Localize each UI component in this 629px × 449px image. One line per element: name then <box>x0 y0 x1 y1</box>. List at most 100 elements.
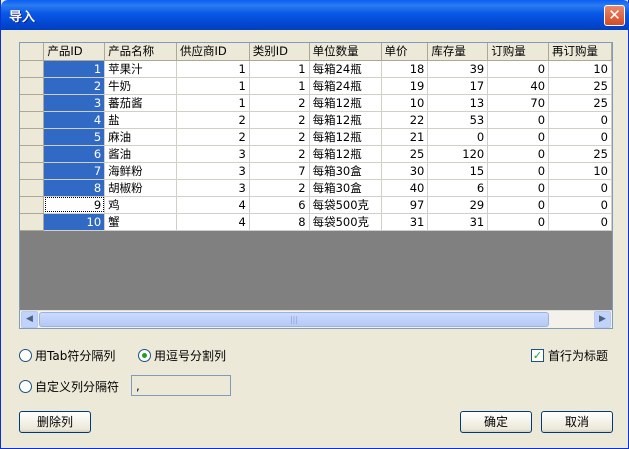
table-cell[interactable]: 39 <box>427 60 489 78</box>
table-cell[interactable]: 酱油 <box>104 145 177 163</box>
column-header[interactable]: 订购量 <box>487 43 550 61</box>
table-cell[interactable]: 25 <box>548 77 612 95</box>
table-cell[interactable]: 6 <box>249 196 310 214</box>
table-cell[interactable]: 25 <box>548 145 612 163</box>
delete-column-button[interactable]: 删除列 <box>19 411 91 433</box>
column-header[interactable]: 再订购量 <box>548 43 612 61</box>
table-cell[interactable]: 每箱12瓶 <box>309 111 382 129</box>
first-row-header-checkbox[interactable]: ✓ <box>531 349 544 362</box>
table-cell[interactable]: 1 <box>249 77 310 95</box>
row-id-cell[interactable]: 5 <box>43 128 106 146</box>
column-header[interactable]: 单位数量 <box>309 43 382 61</box>
scroll-thumb[interactable]: ||| <box>39 312 549 327</box>
table-cell[interactable]: 1 <box>176 77 250 95</box>
table-cell[interactable]: 10 <box>381 94 429 112</box>
table-cell[interactable]: 15 <box>427 162 489 180</box>
row-header-cell[interactable] <box>20 162 45 180</box>
scroll-right-icon[interactable]: ▶ <box>594 311 611 328</box>
table-cell[interactable]: 2 <box>249 179 310 197</box>
table-cell[interactable]: 每箱30盒 <box>309 179 382 197</box>
table-cell[interactable]: 0 <box>548 196 612 214</box>
table-cell[interactable]: 1 <box>176 60 250 78</box>
cancel-button[interactable]: 取消 <box>541 411 613 433</box>
row-header-cell[interactable] <box>20 77 45 95</box>
column-header[interactable]: 产品名称 <box>104 43 177 61</box>
table-cell[interactable]: 6 <box>427 179 489 197</box>
table-cell[interactable]: 每箱12瓶 <box>309 145 382 163</box>
table-cell[interactable]: 0 <box>427 128 489 146</box>
table-cell[interactable]: 10 <box>548 162 612 180</box>
table-row[interactable]: 3 蕃茄酱 1 2 每箱12瓶 10 13 70 25 <box>20 94 612 112</box>
tab-separator-option[interactable]: 用Tab符分隔列 <box>19 347 115 364</box>
table-cell[interactable]: 0 <box>487 162 550 180</box>
table-cell[interactable]: 8 <box>249 213 310 231</box>
row-header-cell[interactable] <box>20 196 45 214</box>
row-id-cell[interactable]: 8 <box>43 179 106 197</box>
table-cell[interactable]: 0 <box>487 128 550 146</box>
table-cell[interactable]: 25 <box>548 94 612 112</box>
table-cell[interactable]: 120 <box>427 145 489 163</box>
table-cell[interactable]: 鸡 <box>104 196 177 214</box>
table-cell[interactable]: 每箱12瓶 <box>309 94 382 112</box>
row-header-cell[interactable] <box>20 111 45 129</box>
table-cell[interactable]: 3 <box>176 179 250 197</box>
table-cell[interactable]: 17 <box>427 77 489 95</box>
close-icon[interactable]: ✕ <box>604 5 625 26</box>
table-cell[interactable]: 1 <box>176 94 250 112</box>
row-id-cell[interactable]: 10 <box>43 213 106 231</box>
tab-separator-radio[interactable] <box>19 349 32 362</box>
corner-header-cell[interactable] <box>20 43 45 61</box>
comma-separator-option[interactable]: 用逗号分割列 <box>138 347 226 364</box>
table-cell[interactable]: 盐 <box>104 111 177 129</box>
row-id-cell[interactable]: 1 <box>43 60 106 78</box>
table-cell[interactable]: 19 <box>381 77 429 95</box>
row-id-cell[interactable]: 9 <box>43 196 106 214</box>
table-cell[interactable]: 0 <box>548 179 612 197</box>
row-header-cell[interactable] <box>20 60 45 78</box>
table-cell[interactable]: 10 <box>548 60 612 78</box>
comma-separator-radio[interactable] <box>138 349 151 362</box>
table-cell[interactable]: 25 <box>381 145 429 163</box>
table-cell[interactable]: 2 <box>249 111 310 129</box>
table-cell[interactable]: 牛奶 <box>104 77 177 95</box>
column-header[interactable]: 类别ID <box>249 43 310 61</box>
table-cell[interactable]: 0 <box>548 213 612 231</box>
table-cell[interactable]: 每箱24瓶 <box>309 77 382 95</box>
table-cell[interactable]: 53 <box>427 111 489 129</box>
table-cell[interactable]: 0 <box>487 179 550 197</box>
table-cell[interactable]: 22 <box>381 111 429 129</box>
table-cell[interactable]: 0 <box>487 111 550 129</box>
table-cell[interactable]: 0 <box>548 128 612 146</box>
table-cell[interactable]: 0 <box>487 196 550 214</box>
table-cell[interactable]: 3 <box>176 145 250 163</box>
first-row-header-option[interactable]: ✓ 首行为标题 <box>531 347 608 364</box>
table-cell[interactable]: 0 <box>487 213 550 231</box>
table-cell[interactable]: 2 <box>176 111 250 129</box>
row-id-cell[interactable]: 4 <box>43 111 106 129</box>
table-cell[interactable]: 21 <box>381 128 429 146</box>
table-row[interactable]: 4 盐 2 2 每箱12瓶 22 53 0 0 <box>20 111 612 129</box>
table-row[interactable]: 9 鸡 4 6 每袋500克 97 29 0 0 <box>20 196 612 214</box>
table-cell[interactable]: 40 <box>487 77 550 95</box>
table-cell[interactable]: 7 <box>249 162 310 180</box>
table-cell[interactable]: 40 <box>381 179 429 197</box>
row-id-cell[interactable]: 3 <box>43 94 106 112</box>
table-cell[interactable]: 13 <box>427 94 489 112</box>
table-cell[interactable]: 0 <box>548 111 612 129</box>
row-header-cell[interactable] <box>20 94 45 112</box>
table-cell[interactable]: 1 <box>249 60 310 78</box>
custom-separator-option[interactable]: 自定义列分隔符 <box>19 378 119 395</box>
row-id-cell[interactable]: 7 <box>43 162 106 180</box>
table-cell[interactable]: 每箱30盒 <box>309 162 382 180</box>
table-cell[interactable]: 31 <box>427 213 489 231</box>
table-cell[interactable]: 胡椒粉 <box>104 179 177 197</box>
custom-separator-input[interactable] <box>131 375 231 396</box>
ok-button[interactable]: 确定 <box>460 411 532 433</box>
table-cell[interactable]: 苹果汁 <box>104 60 177 78</box>
row-id-cell[interactable]: 6 <box>43 145 106 163</box>
table-cell[interactable]: 18 <box>381 60 429 78</box>
row-header-cell[interactable] <box>20 179 45 197</box>
column-header[interactable]: 供应商ID <box>176 43 250 61</box>
table-cell[interactable]: 29 <box>427 196 489 214</box>
table-row[interactable]: 1 苹果汁 1 1 每箱24瓶 18 39 0 10 <box>20 60 612 78</box>
